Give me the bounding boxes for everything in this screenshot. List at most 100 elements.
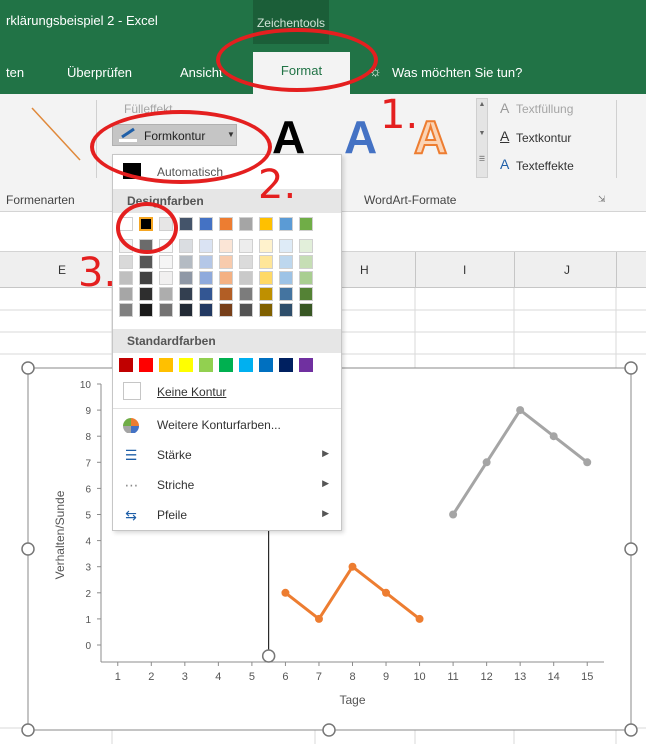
theme-color-swatch[interactable]	[239, 287, 253, 301]
theme-color-swatch[interactable]	[259, 271, 273, 285]
no-outline-item[interactable]: Keine Kontur	[113, 378, 341, 406]
theme-color-swatch[interactable]	[219, 255, 233, 269]
standard-colors-header: Standardfarben	[113, 329, 341, 353]
resize-handle	[21, 542, 35, 556]
theme-color-swatch[interactable]	[219, 271, 233, 285]
theme-color-swatch[interactable]	[259, 303, 273, 317]
resize-handle	[322, 723, 336, 737]
theme-color-swatch[interactable]	[159, 271, 173, 285]
standard-color-swatch[interactable]	[179, 358, 193, 372]
standard-color-swatch[interactable]	[259, 358, 273, 372]
theme-color-swatch[interactable]	[279, 271, 293, 285]
theme-color-swatch[interactable]	[219, 287, 233, 301]
theme-color-swatch[interactable]	[239, 239, 253, 253]
theme-color-swatch[interactable]	[239, 255, 253, 269]
theme-color-swatch[interactable]	[119, 287, 133, 301]
theme-color-swatch[interactable]	[299, 287, 313, 301]
theme-color-swatch[interactable]	[239, 271, 253, 285]
theme-color-swatch[interactable]	[299, 239, 313, 253]
theme-color-swatch[interactable]	[279, 217, 293, 231]
annotation-circle-format-tab	[216, 28, 378, 92]
theme-color-swatch[interactable]	[199, 255, 213, 269]
submenu-arrow-icon: ▶	[322, 508, 329, 518]
standard-color-swatch[interactable]	[139, 358, 153, 372]
theme-color-swatch[interactable]	[159, 255, 173, 269]
theme-color-swatch[interactable]	[119, 255, 133, 269]
theme-color-swatch[interactable]	[159, 303, 173, 317]
theme-color-swatch[interactable]	[199, 217, 213, 231]
y-tick-label: 2	[85, 589, 91, 600]
annotation-circle-formkontur	[90, 110, 272, 184]
x-tick-label: 13	[514, 671, 526, 683]
theme-color-swatch[interactable]	[199, 239, 213, 253]
arrows-item[interactable]: ⇆ Pfeile ▶	[113, 501, 341, 529]
more-colors-item[interactable]: Weitere Konturfarben...	[113, 411, 341, 439]
theme-color-swatch[interactable]	[179, 271, 193, 285]
theme-color-swatch[interactable]	[259, 217, 273, 231]
x-tick-label: 15	[581, 671, 593, 683]
weight-item[interactable]: ☰ Stärke ▶	[113, 441, 341, 469]
theme-color-swatch[interactable]	[179, 255, 193, 269]
theme-color-swatch[interactable]	[279, 287, 293, 301]
theme-color-swatch[interactable]	[139, 255, 153, 269]
x-tick-label: 4	[215, 671, 221, 683]
data-point	[583, 458, 592, 467]
dashes-item[interactable]: ⋯ Striche ▶	[113, 471, 341, 499]
x-tick-label: 1	[115, 671, 121, 683]
x-axis-title: Tage	[339, 693, 365, 707]
x-tick-label: 3	[182, 671, 188, 683]
data-point	[516, 406, 525, 415]
x-tick-label: 8	[349, 671, 355, 683]
theme-color-swatch[interactable]	[199, 271, 213, 285]
theme-color-swatch[interactable]	[199, 303, 213, 317]
theme-color-swatch[interactable]	[199, 287, 213, 301]
annotation-step-1: 1.	[380, 92, 419, 138]
theme-color-swatch[interactable]	[259, 287, 273, 301]
theme-color-swatch[interactable]	[219, 239, 233, 253]
data-point	[382, 588, 391, 597]
standard-color-swatch[interactable]	[119, 358, 133, 372]
theme-color-swatch[interactable]	[139, 303, 153, 317]
theme-color-swatch[interactable]	[279, 255, 293, 269]
theme-color-swatch[interactable]	[259, 255, 273, 269]
theme-color-swatch[interactable]	[299, 255, 313, 269]
x-tick-label: 6	[282, 671, 288, 683]
standard-color-swatch[interactable]	[199, 358, 213, 372]
data-point	[449, 510, 458, 519]
standard-color-swatch[interactable]	[219, 358, 233, 372]
standard-color-swatch[interactable]	[299, 358, 313, 372]
theme-color-swatch[interactable]	[239, 217, 253, 231]
theme-color-swatch[interactable]	[219, 217, 233, 231]
resize-handle	[624, 361, 638, 375]
standard-color-swatch[interactable]	[239, 358, 253, 372]
theme-color-swatch[interactable]	[119, 303, 133, 317]
theme-color-swatch[interactable]	[299, 271, 313, 285]
arrows-icon: ⇆	[125, 507, 137, 523]
theme-color-swatch[interactable]	[219, 303, 233, 317]
theme-color-swatch[interactable]	[159, 287, 173, 301]
theme-color-swatch[interactable]	[179, 217, 193, 231]
theme-color-swatch[interactable]	[279, 239, 293, 253]
theme-color-swatch[interactable]	[299, 303, 313, 317]
theme-color-swatch[interactable]	[179, 303, 193, 317]
y-tick-label: 9	[85, 406, 91, 417]
resize-handle	[21, 723, 35, 737]
x-tick-label: 10	[413, 671, 425, 683]
color-wheel-icon	[123, 418, 139, 433]
standard-color-swatch[interactable]	[159, 358, 173, 372]
theme-color-swatch[interactable]	[179, 287, 193, 301]
y-axis-title: Verhalten/Sunde	[53, 490, 67, 579]
theme-color-swatch[interactable]	[139, 287, 153, 301]
annotation-step-3: 3.	[78, 250, 117, 296]
theme-color-swatch[interactable]	[139, 271, 153, 285]
y-tick-label: 5	[85, 511, 91, 522]
theme-color-swatch[interactable]	[299, 217, 313, 231]
theme-color-swatch[interactable]	[119, 271, 133, 285]
theme-color-swatch[interactable]	[259, 239, 273, 253]
theme-color-swatch[interactable]	[179, 239, 193, 253]
theme-color-swatch[interactable]	[279, 303, 293, 317]
theme-color-swatch[interactable]	[239, 303, 253, 317]
data-point	[415, 614, 424, 623]
standard-color-swatch[interactable]	[279, 358, 293, 372]
y-tick-label: 3	[85, 563, 91, 574]
